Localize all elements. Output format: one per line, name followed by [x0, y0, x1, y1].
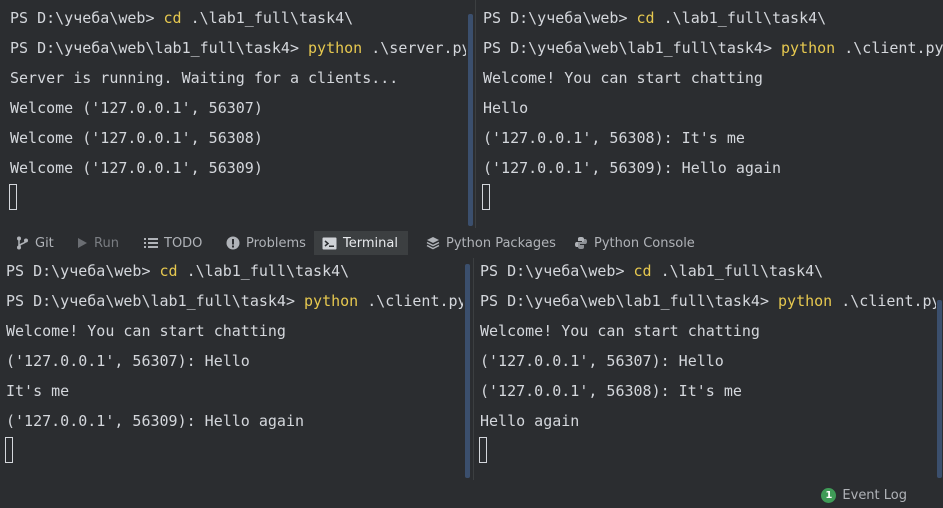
- event-log-label: Event Log: [842, 487, 907, 503]
- tab-label: Python Packages: [446, 235, 556, 251]
- event-log-button[interactable]: 1 Event Log: [821, 486, 907, 504]
- tab-todo[interactable]: TODO: [136, 231, 210, 255]
- client-terminal-bottom-right-pane[interactable]: PS D:\учеба\web> cd .\lab1_full\task4\ P…: [474, 258, 936, 480]
- terminal-icon: [322, 237, 337, 249]
- packages-icon: [426, 237, 440, 250]
- terminal-line: PS D:\учеба\web\lab1_full\task4> python …: [480, 292, 936, 310]
- client-terminal-top-right-pane[interactable]: PS D:\учеба\web> cd .\lab1_full\task4\ P…: [476, 0, 943, 228]
- tab-label: Run: [94, 235, 119, 251]
- terminal-cursor: [479, 437, 487, 463]
- vertical-scrollbar[interactable]: [465, 264, 470, 478]
- terminal-line: ('127.0.0.1', 56308): It's me: [483, 129, 745, 147]
- vertical-scrollbar[interactable]: [937, 300, 942, 478]
- tab-problems[interactable]: Problems: [218, 231, 314, 255]
- terminal-line: Welcome ('127.0.0.1', 56309): [10, 159, 263, 177]
- problems-icon: [226, 236, 240, 250]
- terminal-line: Welcome! You can start chatting: [483, 69, 763, 87]
- terminal-line: Hello again: [480, 412, 580, 430]
- terminal-line: It's me: [6, 382, 70, 400]
- client-terminal-bottom-left-pane[interactable]: PS D:\учеба\web> cd .\lab1_full\task4\ P…: [0, 258, 463, 480]
- terminal-line: ('127.0.0.1', 56309): Hello again: [6, 412, 305, 430]
- tab-python-console[interactable]: Python Console: [566, 231, 703, 255]
- tab-label: Python Console: [594, 235, 695, 251]
- list-icon: [144, 238, 158, 248]
- terminal-line: PS D:\учеба\web> cd .\lab1_full\task4\: [6, 262, 350, 280]
- terminal-line: Welcome! You can start chatting: [480, 322, 760, 340]
- run-icon: [78, 238, 87, 248]
- tab-label: Git: [35, 235, 54, 251]
- terminal-line: PS D:\учеба\web\lab1_full\task4> python …: [10, 39, 466, 57]
- terminal-line: ('127.0.0.1', 56309): Hello again: [483, 159, 782, 177]
- terminal-line: PS D:\учеба\web\lab1_full\task4> python …: [483, 39, 943, 57]
- tab-label: TODO: [164, 235, 203, 251]
- terminal-line: PS D:\учеба\web> cd .\lab1_full\task4\: [483, 9, 827, 27]
- terminal-line: Hello: [483, 99, 529, 117]
- event-count-badge: 1: [821, 487, 837, 503]
- terminal-line: ('127.0.0.1', 56307): Hello: [480, 352, 724, 370]
- terminal-line: PS D:\учеба\web\lab1_full\task4> python …: [6, 292, 463, 310]
- terminal-cursor: [482, 184, 490, 210]
- server-terminal-pane[interactable]: PS D:\учеба\web> cd .\lab1_full\task4\ P…: [0, 0, 466, 228]
- terminal-line: PS D:\учеба\web> cd .\lab1_full\task4\: [480, 262, 824, 280]
- tab-label: Terminal: [343, 235, 398, 251]
- tab-run[interactable]: Run: [69, 231, 127, 255]
- terminal-line: ('127.0.0.1', 56307): Hello: [6, 352, 250, 370]
- git-branch-icon: [17, 236, 28, 250]
- tab-label: Problems: [246, 235, 306, 251]
- terminal-line: Welcome ('127.0.0.1', 56308): [10, 129, 263, 147]
- tab-python-packages[interactable]: Python Packages: [418, 231, 564, 255]
- vertical-scrollbar[interactable]: [468, 14, 473, 226]
- terminal-line: PS D:\учеба\web> cd .\lab1_full\task4\: [10, 9, 354, 27]
- terminal-cursor: [9, 184, 17, 210]
- python-icon: [575, 237, 587, 249]
- tool-window-bar: Git Run TODO Problems Terminal Python Pa…: [0, 228, 943, 258]
- terminal-line: Welcome ('127.0.0.1', 56307): [10, 99, 263, 117]
- terminal-cursor: [5, 437, 13, 463]
- tab-terminal[interactable]: Terminal: [314, 231, 408, 255]
- terminal-line: Welcome! You can start chatting: [6, 322, 286, 340]
- terminal-line: ('127.0.0.1', 56308): It's me: [480, 382, 742, 400]
- terminal-line: Server is running. Waiting for a clients…: [10, 69, 399, 87]
- tab-git[interactable]: Git: [8, 231, 62, 255]
